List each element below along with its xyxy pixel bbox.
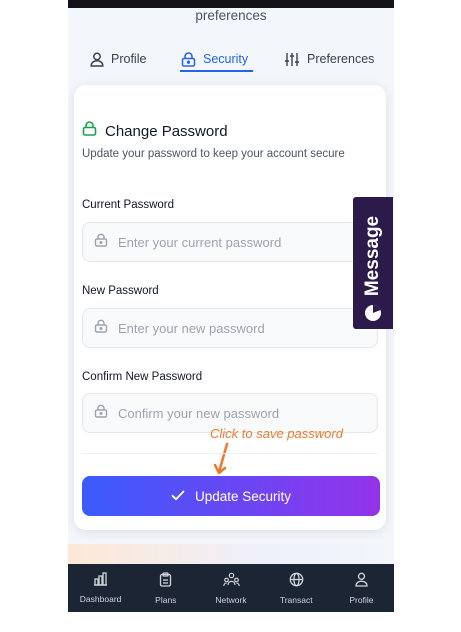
card-header: Change Password [82, 121, 228, 141]
lock-icon [94, 404, 108, 423]
chat-bubble-icon [364, 304, 382, 327]
current-password-field[interactable] [82, 222, 378, 262]
users-icon [222, 572, 240, 592]
confirm-password-input[interactable] [116, 404, 377, 422]
app-screen: preferences Profile Security Preferences… [68, 0, 394, 612]
lock-icon [181, 51, 196, 67]
nav-label: Transact [279, 594, 313, 605]
nav-transact[interactable]: Transact [264, 564, 329, 612]
nav-label: Dashboard [79, 594, 122, 604]
lock-icon [94, 233, 108, 252]
tab-label: Preferences [307, 52, 375, 66]
card-description: Update your password to keep your accoun… [82, 148, 345, 160]
lock-icon [94, 319, 108, 338]
globe-icon [289, 572, 304, 592]
tab-preferences[interactable]: Preferences [284, 44, 374, 74]
current-password-input[interactable] [116, 233, 377, 251]
tab-profile[interactable]: Profile [90, 44, 146, 74]
button-label: Update Security [194, 488, 292, 504]
card-title: Change Password [105, 122, 228, 140]
message-label: Message [362, 215, 383, 297]
nav-plans[interactable]: Plans [133, 564, 198, 612]
new-password-label: New Password [82, 285, 159, 297]
confirm-password-label: Confirm New Password [82, 371, 203, 383]
change-password-card: Change Password Update your password to … [74, 85, 386, 530]
divider [82, 453, 378, 454]
update-security-button[interactable]: Update Security [82, 476, 380, 516]
tab-label: Security [203, 52, 249, 66]
user-icon [90, 52, 104, 67]
status-bar [68, 0, 394, 8]
tab-label: Profile [111, 52, 147, 66]
clipboard-icon [159, 571, 172, 592]
annotation-hint: Click to save password [210, 426, 343, 441]
user-icon [355, 572, 368, 592]
new-password-input[interactable] [116, 319, 377, 337]
sliders-icon [284, 52, 300, 67]
page-subtitle: preferences [195, 8, 267, 23]
lock-icon [82, 121, 97, 141]
chart-icon [93, 572, 108, 591]
check-icon [171, 489, 185, 504]
nav-dashboard[interactable]: Dashboard [68, 564, 133, 612]
message-side-tab[interactable]: Message [353, 197, 393, 329]
background-glow [68, 544, 394, 564]
active-tab-indicator [180, 70, 253, 72]
nav-label: Plans [155, 594, 177, 605]
nav-label: Profile [349, 594, 374, 605]
bottom-nav: Dashboard Plans Network Transact Profile [68, 564, 394, 612]
new-password-field[interactable] [82, 308, 378, 348]
nav-profile[interactable]: Profile [329, 564, 394, 612]
nav-label: Network [215, 594, 247, 605]
current-password-label: Current Password [82, 199, 175, 211]
nav-network[interactable]: Network [198, 564, 263, 612]
